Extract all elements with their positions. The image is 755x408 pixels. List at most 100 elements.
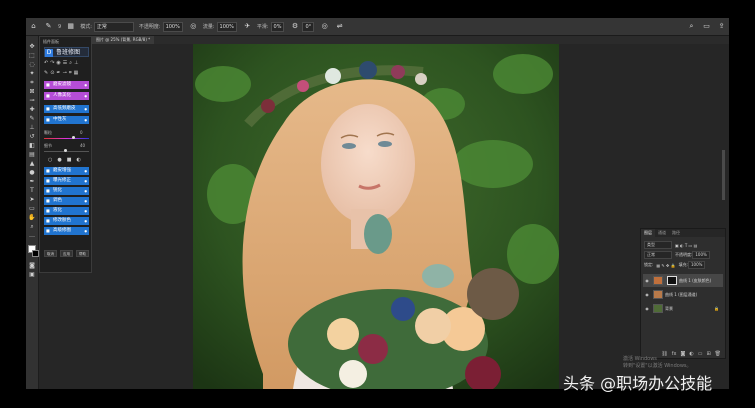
quick-mask-icon[interactable]: ◙	[28, 262, 36, 269]
new-layer-icon[interactable]: ⊞	[706, 351, 710, 357]
frame-tool-icon[interactable]: ⊠	[28, 88, 36, 95]
quick-select-tool-icon[interactable]: ✦	[28, 70, 36, 77]
eye-icon[interactable]: ◉	[643, 278, 651, 283]
tab-channels[interactable]: 通道	[655, 229, 669, 237]
plugin-toolbar-row-3: ○●■◐	[48, 157, 86, 163]
history-brush-tool-icon[interactable]: ↺	[28, 133, 36, 140]
brush-icon[interactable]: ✎	[44, 22, 53, 31]
portrait-image	[193, 44, 559, 389]
plugin-button[interactable]: 高级修图	[44, 227, 89, 235]
plugin-button[interactable]: 磨皮增强	[44, 167, 89, 175]
folder-icon[interactable]: ▭	[698, 351, 703, 357]
cancel-button[interactable]: 取消	[44, 250, 57, 257]
opacity-label: 不透明度:	[138, 24, 161, 30]
lock-icon: 🔒	[714, 306, 719, 311]
type-tool-icon[interactable]: T	[28, 187, 36, 194]
layer-fill-field[interactable]: 100%	[688, 261, 706, 269]
more-tools-icon[interactable]: …	[28, 232, 36, 239]
gradient-tool-icon[interactable]: ▤	[28, 151, 36, 158]
dodge-tool-icon[interactable]: ●	[28, 169, 36, 176]
help-button[interactable]: 帮助	[76, 250, 89, 257]
blend-mode-select[interactable]: 正常	[644, 251, 672, 259]
path-select-tool-icon[interactable]: ➤	[28, 196, 36, 203]
share-icon[interactable]: ⇪	[717, 22, 726, 31]
tab-layers[interactable]: 图层	[641, 229, 655, 237]
zoom-tool-icon[interactable]: ⌕	[28, 223, 36, 230]
plugin-button[interactable]: 人像美化	[44, 92, 89, 100]
symmetry-icon[interactable]: ⇌	[335, 22, 344, 31]
grid-icon[interactable]: ▦	[74, 70, 81, 76]
eye-icon[interactable]: ◉	[643, 292, 651, 297]
slider-handle[interactable]	[72, 136, 75, 139]
filter-icons[interactable]: ▣ ◐ T ▭ ▤	[675, 243, 697, 248]
pressure-size-icon[interactable]: ◎	[320, 22, 329, 31]
options-bar: ⌂ ✎ 9 ▦ 模式: 正常 不透明度: 100% ◎ 流量: 100% ✈ 平…	[26, 18, 729, 36]
workspace-icon[interactable]: ▭	[702, 22, 711, 31]
search-icon[interactable]: ⌕	[687, 22, 696, 31]
document-tab[interactable]: 图片 @ 25% (背景, RGB/8) *	[92, 36, 155, 44]
lock-icons[interactable]: ▦ ✎ ✥ 🔒	[656, 263, 675, 268]
canvas-photo[interactable]	[193, 44, 559, 389]
smoothing-field[interactable]: 0%	[270, 21, 285, 32]
airbrush-icon[interactable]: ✈	[243, 22, 252, 31]
mode-label: 模式:	[80, 24, 92, 30]
eraser-tool-icon[interactable]: ◧	[28, 142, 36, 149]
plugin-button[interactable]: 曝光修正	[44, 177, 89, 185]
circle-icon[interactable]: ○	[48, 157, 57, 163]
screen-mode-icon[interactable]: ▣	[28, 271, 36, 278]
layer-name: 背景	[665, 305, 673, 311]
eye-icon[interactable]: ◉	[643, 306, 651, 311]
slider-handle[interactable]	[64, 149, 67, 152]
move-tool-icon[interactable]: ✥	[28, 43, 36, 50]
retouch-plugin-panel: 插件面板 D鲁班修图 ↶↷◉☰⌕⊥ ✎⊙✒⊸⌗▦ 磨皮滤镜 人像美化 高低频磨皮…	[39, 36, 92, 273]
home-icon[interactable]: ⌂	[29, 22, 38, 31]
flow-field[interactable]: 100%	[216, 21, 237, 32]
trash-icon[interactable]: 🗑	[715, 351, 721, 357]
layer-name: 曲线 1 (皮肤颜色)	[679, 277, 712, 283]
layer-row[interactable]: ◉ 曲线 1 (皮肤颜色)	[643, 274, 723, 287]
plugin-button[interactable]: 高低频磨皮	[44, 105, 89, 113]
mode-select[interactable]: 正常	[93, 21, 134, 32]
brush-size[interactable]: 9	[58, 24, 61, 30]
slider-value: 40	[80, 143, 86, 148]
layer-opacity-field[interactable]: 100%	[692, 251, 710, 259]
brush-panel-icon[interactable]: ▦	[66, 22, 75, 31]
marquee-tool-icon[interactable]: ⬚	[28, 52, 36, 59]
plugin-button[interactable]: 磨皮滤镜	[44, 81, 89, 89]
opacity-field[interactable]: 100%	[162, 21, 183, 32]
plugin-title: 插件面板	[43, 39, 59, 44]
pressure-opacity-icon[interactable]: ◎	[189, 22, 198, 31]
pen-tool-icon[interactable]: ✒	[28, 178, 36, 185]
stamp-tool-icon[interactable]: ⊥	[28, 124, 36, 131]
layer-row[interactable]: ◉ 背景 🔒	[643, 302, 723, 315]
smoothing-settings-icon[interactable]: ⚙	[290, 22, 299, 31]
source-credit: 头条 @职场办公技能	[563, 374, 713, 393]
layer-filter-row: 类型 ▣ ◐ T ▭ ▤	[644, 241, 722, 249]
canvas-scrollbar[interactable]	[722, 150, 725, 200]
plugin-button[interactable]: 锐化	[44, 187, 89, 195]
blur-tool-icon[interactable]: ▲	[28, 160, 36, 167]
brush-tool-icon[interactable]: ✎	[28, 115, 36, 122]
plugin-button[interactable]: 修改肤色	[44, 217, 89, 225]
plugin-button[interactable]: 液化	[44, 207, 89, 215]
color-slider-track[interactable]	[44, 138, 89, 139]
dot-icon[interactable]: ●	[57, 157, 66, 163]
smoothing-label: 平滑:	[256, 24, 269, 30]
kind-filter-select[interactable]: 类型	[644, 241, 672, 249]
healing-tool-icon[interactable]: ✚	[28, 106, 36, 113]
rectangle-tool-icon[interactable]: ▭	[28, 205, 36, 212]
stamp-icon[interactable]: ⊥	[74, 60, 80, 66]
lasso-tool-icon[interactable]: ◌	[28, 61, 36, 68]
background-color-swatch[interactable]	[32, 250, 39, 257]
contrast-icon[interactable]: ◐	[76, 157, 85, 163]
apply-button[interactable]: 应用	[60, 250, 73, 257]
angle-field[interactable]: 0°	[302, 21, 315, 32]
plugin-button[interactable]: 调色	[44, 197, 89, 205]
hand-tool-icon[interactable]: ✋	[28, 214, 36, 221]
eyedropper-tool-icon[interactable]: ⊸	[28, 97, 36, 104]
plugin-button[interactable]: 中性灰	[44, 116, 89, 124]
layer-row[interactable]: ◉ 曲线 1 (图层通道)	[643, 288, 723, 301]
crop-tool-icon[interactable]: ⌗	[28, 79, 36, 86]
plugin-logo-text: 鲁班修图	[56, 49, 81, 56]
tab-paths[interactable]: 路径	[669, 229, 683, 237]
